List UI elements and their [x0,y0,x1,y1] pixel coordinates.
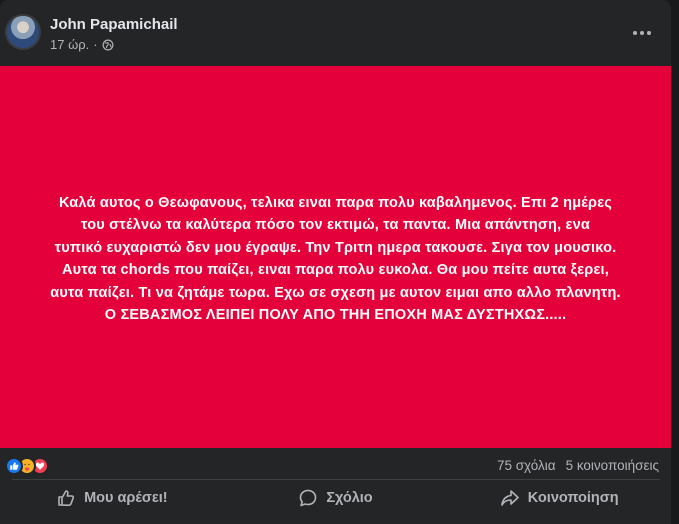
post-text-line: τυπικό ευχαριστώ δεν μου έγραψε. Την Τρι… [54,239,617,256]
share-label: Κοινοποίηση [527,490,619,506]
post-background: Καλά αυτος ο Θεωφανους, τελικα ειναι παρ… [0,66,671,448]
post-text: Καλά αυτος ο Θεωφανους, τελικα ειναι παρ… [31,192,641,327]
comment-button[interactable]: Σχόλιο [224,480,448,516]
post-meta: 17 ώρ. · [50,37,114,52]
share-button[interactable]: Κοινοποίηση [447,480,671,516]
post-actions: Μου αρέσει! Σχόλιο Κοινοποίηση [0,480,671,516]
more-options-button[interactable] [624,18,660,48]
more-dot-icon [647,31,651,35]
post-time[interactable]: 17 ώρ. [50,37,89,52]
share-icon [500,490,519,506]
avatar[interactable] [5,14,41,50]
globe-icon [102,39,114,50]
post-header: John Papamichail 17 ώρ. · [0,0,671,66]
engagement-counts: 75 σχόλια 5 κοινοποιήσεις [497,458,659,473]
reaction-icons[interactable] [5,457,49,475]
meta-separator: · [93,37,98,52]
post-text-line: του στέλνω τα καλύτερα πόσο τον εκτιμώ, … [80,217,591,233]
comment-icon [300,489,317,507]
post-text-line: αυτα παίζει. Τι να ζητάμε τωρα. Εχω σε σ… [50,284,621,301]
comments-count[interactable]: 75 σχόλια [497,458,556,473]
post-text-line: Ο ΣΕΒΑΣΜΟΣ ΛΕΙΠΕΙ ΠΟΛΥ ΑΠΟ ΤΗΗ ΕΠΟΧΗ ΜΑΣ… [104,307,567,323]
more-dot-icon [640,31,644,35]
comment-label: Σχόλιο [326,490,373,506]
like-button[interactable]: Μου αρέσει! [0,480,224,516]
post-card: John Papamichail 17 ώρ. · Καλά αυτος ο Θ… [0,0,671,524]
shares-count[interactable]: 5 κοινοποιήσεις [566,458,659,473]
post-text-line: Καλά αυτος ο Θεωφανους, τελικα ειναι παρ… [58,194,613,211]
thumbs-up-icon [58,490,75,506]
author-name[interactable]: John Papamichail [50,16,178,33]
more-dot-icon [633,31,637,35]
like-icon [5,457,23,475]
post-text-line: Αυτα τα chords που παίζει, ειναι παρα πο… [61,262,609,278]
like-label: Μου αρέσει! [84,490,168,506]
